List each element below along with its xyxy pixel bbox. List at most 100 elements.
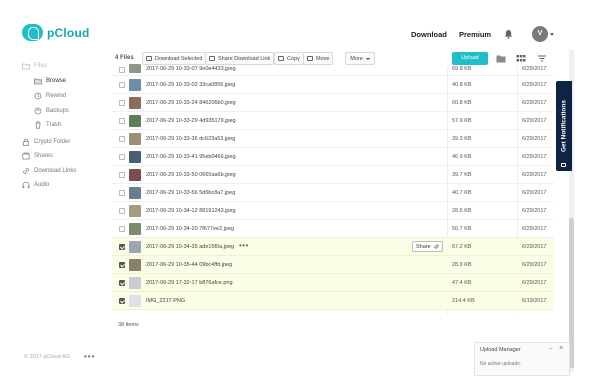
copy-label: Copy [287,55,300,62]
download-icon [146,56,152,61]
sidebar-item-label: Rewind [46,93,67,99]
link-icon [209,56,215,61]
thumbnail [129,277,141,289]
row-more-icon[interactable]: ••• [239,241,249,250]
file-size: 39.3 KB [452,136,472,142]
folder-open-icon [34,77,42,85]
row-checkbox[interactable] [119,190,125,196]
sidebar-item-label: Shares [34,153,54,159]
new-folder-icon[interactable] [496,54,506,63]
table-row-selected[interactable]: IMG_2217.PNG 214.4 KB 6/19/2017 [112,292,554,310]
table-row[interactable]: 2017-06-29 10-33-02 33ca0855.jpeg 40.8 K… [112,76,554,94]
move-icon [307,56,313,61]
sidebar-item-shares[interactable]: Shares [22,152,53,160]
file-name[interactable]: 2017-06-29 10-33-29 4d935179.jpeg [146,118,236,124]
file-date: 6/29/2017 [522,66,547,72]
table-row[interactable]: 2017-06-29 10-33-24 846206b0.jpeg 60.8 K… [112,94,554,112]
close-icon[interactable]: × [559,345,563,352]
get-notifications-tab[interactable]: Get Notifications [556,81,572,171]
thumbnail [129,133,141,145]
file-date: 6/29/2017 [522,262,547,268]
user-avatar[interactable]: V [532,26,548,42]
row-checkbox[interactable] [119,208,125,214]
share-label: Share [416,243,431,250]
notification-icon [561,163,566,167]
row-checkbox[interactable] [119,280,125,286]
thumbnail [129,97,141,109]
table-row-selected[interactable]: 2017-06-29 10-35-44 09bc4ffd.jpeg 28.9 K… [112,256,554,274]
row-checkbox[interactable] [119,172,125,178]
sidebar-item-trash[interactable]: Trash [34,121,61,129]
file-name[interactable]: 2017-06-29 10-34-12 88191243.jpeg [146,208,236,214]
table-row[interactable]: 2017-06-29 10-34-12 88191243.jpeg 28.6 K… [112,202,554,220]
table-row[interactable]: 2017-06-29 10-33-29 4d935179.jpeg 57.9 K… [112,112,554,130]
thumbnail [129,241,141,253]
premium-link[interactable]: Premium [459,30,491,39]
row-checkbox[interactable] [119,136,125,142]
share-button[interactable]: Share [412,241,443,252]
sidebar-item-browse[interactable]: Browse [34,77,66,85]
thumbnail [129,151,141,163]
row-checkbox[interactable] [119,118,125,124]
table-row[interactable]: 2017-06-29 10-34-20 7f677ee2.jpeg 56.7 K… [112,220,554,238]
sidebar-item-download-links[interactable]: Download Links [22,167,76,175]
file-date: 6/29/2017 [522,100,547,106]
pcloud-logo[interactable]: pCloud [22,24,90,41]
file-date: 6/29/2017 [522,82,547,88]
file-name[interactable]: 2017-06-29 10-33-56 5d6bc8a7.jpeg [146,190,235,196]
table-row[interactable]: 2017-06-29 10-33-50 0665aa6b.jpeg 39.7 K… [112,166,554,184]
footer-more-icon[interactable]: ••• [84,352,95,361]
row-checkbox[interactable] [119,298,125,304]
backup-icon [34,107,42,115]
row-checkbox[interactable] [119,154,125,160]
minimize-icon[interactable]: – [549,346,552,352]
table-row[interactable]: 2017-06-29 10-33-56 5d6bc8a7.jpeg 40.7 K… [112,184,554,202]
table-row[interactable]: 2017-06-29 10-33-36 dc623a53.jpeg 39.3 K… [112,130,554,148]
grid-view-icon[interactable] [516,54,526,63]
row-checkbox[interactable] [119,262,125,268]
row-checkbox[interactable] [119,226,125,232]
history-icon [34,92,42,100]
file-name[interactable]: 2017-06-29 10-34-35 ade15f0a.jpeg [146,244,234,250]
bell-icon[interactable] [504,29,513,39]
file-size: 28.6 KB [452,208,472,214]
copy-icon [278,56,284,61]
thumbnail [129,205,141,217]
file-name[interactable]: 2017-06-29 10-33-50 0665aa6b.jpeg [146,172,236,178]
selected-count: 4 Files [115,55,134,61]
chevron-down-icon[interactable] [550,33,554,36]
row-checkbox[interactable] [119,100,125,106]
row-checkbox[interactable] [119,67,125,73]
file-name[interactable]: 2017-06-29 10-33-41 95eb0466.jpeg [146,154,236,160]
table-row-selected[interactable]: 2017-06-29 17-32-17 b876afce.png 47.4 KB… [112,274,554,292]
file-name[interactable]: 2017-06-29 10-33-24 846206b0.jpeg [146,100,236,106]
file-name[interactable]: IMG_2217.PNG [146,298,185,304]
file-date: 6/29/2017 [522,118,547,124]
sidebar-item-label: Backups [46,108,70,114]
sidebar-item-audio[interactable]: Audio [22,181,49,189]
row-checkbox[interactable] [119,244,125,250]
row-checkbox[interactable] [119,82,125,88]
get-notifications-label: Get Notifications [560,100,568,153]
file-name[interactable]: 2017-06-29 10-33-07 9e0e4433.jpeg [146,66,236,72]
thumbnail [129,295,141,307]
file-name[interactable]: 2017-06-29 10-35-44 09bc4ffd.jpeg [146,262,232,268]
file-name[interactable]: 2017-06-29 10-33-02 33ca0855.jpeg [146,82,235,88]
sort-icon[interactable] [537,54,547,63]
table-row-selected[interactable]: 2017-06-29 10-34-35 ade15f0a.jpeg ••• Sh… [112,238,554,256]
file-name[interactable]: 2017-06-29 10-33-36 dc623a53.jpeg [146,136,235,142]
file-size: 39.7 KB [452,172,472,178]
file-name[interactable]: 2017-06-29 17-32-17 b876afce.png [146,280,233,286]
sidebar-item-crypto-folder[interactable]: Crypto Folder [22,138,70,146]
thumbnail [129,79,141,91]
headphones-icon [22,181,30,189]
sidebar-item-files[interactable]: Files [22,62,47,70]
sidebar-item-backups[interactable]: Backups [34,107,69,115]
sidebar-item-rewind[interactable]: Rewind [34,92,66,100]
table-row[interactable]: 2017-06-29 10-33-07 9e0e4433.jpeg 69.8 K… [112,64,554,76]
file-name[interactable]: 2017-06-29 10-34-20 7f677ee2.jpeg [146,226,234,232]
link-icon [22,167,30,175]
download-link[interactable]: Download [411,30,447,39]
table-row[interactable]: 2017-06-29 10-33-41 95eb0466.jpeg 46.9 K… [112,148,554,166]
file-size: 57.2 KB [452,244,472,250]
